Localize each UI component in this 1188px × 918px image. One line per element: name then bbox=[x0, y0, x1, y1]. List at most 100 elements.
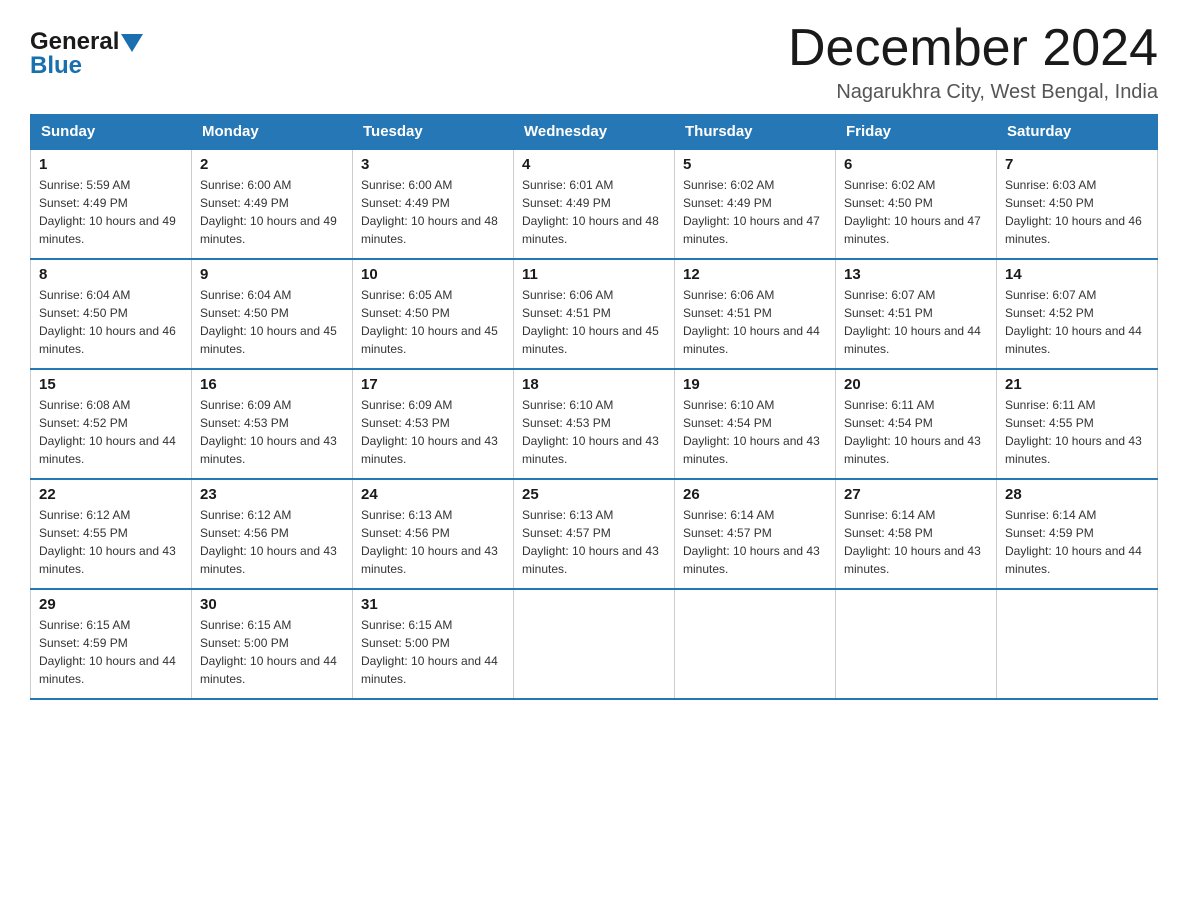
calendar-cell bbox=[514, 589, 675, 699]
day-info: Sunrise: 6:09 AM Sunset: 4:53 PM Dayligh… bbox=[200, 396, 344, 468]
day-number: 22 bbox=[39, 486, 183, 503]
day-info: Sunrise: 6:00 AM Sunset: 4:49 PM Dayligh… bbox=[200, 176, 344, 248]
day-info: Sunrise: 6:14 AM Sunset: 4:59 PM Dayligh… bbox=[1005, 506, 1149, 578]
day-number: 28 bbox=[1005, 486, 1149, 503]
header-tuesday: Tuesday bbox=[353, 115, 514, 150]
day-info: Sunrise: 6:04 AM Sunset: 4:50 PM Dayligh… bbox=[200, 286, 344, 358]
day-number: 15 bbox=[39, 376, 183, 393]
calendar-cell: 3 Sunrise: 6:00 AM Sunset: 4:49 PM Dayli… bbox=[353, 149, 514, 259]
day-info: Sunrise: 6:13 AM Sunset: 4:57 PM Dayligh… bbox=[522, 506, 666, 578]
calendar-cell: 1 Sunrise: 5:59 AM Sunset: 4:49 PM Dayli… bbox=[31, 149, 192, 259]
calendar-cell: 30 Sunrise: 6:15 AM Sunset: 5:00 PM Dayl… bbox=[192, 589, 353, 699]
calendar-cell bbox=[675, 589, 836, 699]
calendar-week-2: 8 Sunrise: 6:04 AM Sunset: 4:50 PM Dayli… bbox=[31, 259, 1158, 369]
day-info: Sunrise: 6:00 AM Sunset: 4:49 PM Dayligh… bbox=[361, 176, 505, 248]
day-number: 17 bbox=[361, 376, 505, 393]
calendar-cell: 29 Sunrise: 6:15 AM Sunset: 4:59 PM Dayl… bbox=[31, 589, 192, 699]
day-info: Sunrise: 6:01 AM Sunset: 4:49 PM Dayligh… bbox=[522, 176, 666, 248]
day-info: Sunrise: 6:15 AM Sunset: 5:00 PM Dayligh… bbox=[200, 616, 344, 688]
day-number: 11 bbox=[522, 266, 666, 283]
calendar-cell: 9 Sunrise: 6:04 AM Sunset: 4:50 PM Dayli… bbox=[192, 259, 353, 369]
day-number: 30 bbox=[200, 596, 344, 613]
title-area: December 2024 Nagarukhra City, West Beng… bbox=[788, 20, 1158, 104]
day-number: 9 bbox=[200, 266, 344, 283]
calendar-cell: 19 Sunrise: 6:10 AM Sunset: 4:54 PM Dayl… bbox=[675, 369, 836, 479]
day-number: 18 bbox=[522, 376, 666, 393]
day-info: Sunrise: 6:11 AM Sunset: 4:55 PM Dayligh… bbox=[1005, 396, 1149, 468]
day-info: Sunrise: 6:09 AM Sunset: 4:53 PM Dayligh… bbox=[361, 396, 505, 468]
header-sunday: Sunday bbox=[31, 115, 192, 150]
calendar-week-4: 22 Sunrise: 6:12 AM Sunset: 4:55 PM Dayl… bbox=[31, 479, 1158, 589]
calendar-cell bbox=[997, 589, 1158, 699]
day-number: 26 bbox=[683, 486, 827, 503]
day-info: Sunrise: 6:11 AM Sunset: 4:54 PM Dayligh… bbox=[844, 396, 988, 468]
calendar-header-row: Sunday Monday Tuesday Wednesday Thursday… bbox=[31, 115, 1158, 150]
day-number: 20 bbox=[844, 376, 988, 393]
day-number: 6 bbox=[844, 156, 988, 173]
calendar-cell: 20 Sunrise: 6:11 AM Sunset: 4:54 PM Dayl… bbox=[836, 369, 997, 479]
calendar-cell: 13 Sunrise: 6:07 AM Sunset: 4:51 PM Dayl… bbox=[836, 259, 997, 369]
calendar-cell: 27 Sunrise: 6:14 AM Sunset: 4:58 PM Dayl… bbox=[836, 479, 997, 589]
calendar-cell: 26 Sunrise: 6:14 AM Sunset: 4:57 PM Dayl… bbox=[675, 479, 836, 589]
calendar-cell: 6 Sunrise: 6:02 AM Sunset: 4:50 PM Dayli… bbox=[836, 149, 997, 259]
day-info: Sunrise: 6:14 AM Sunset: 4:57 PM Dayligh… bbox=[683, 506, 827, 578]
day-info: Sunrise: 5:59 AM Sunset: 4:49 PM Dayligh… bbox=[39, 176, 183, 248]
day-info: Sunrise: 6:10 AM Sunset: 4:54 PM Dayligh… bbox=[683, 396, 827, 468]
calendar-cell: 24 Sunrise: 6:13 AM Sunset: 4:56 PM Dayl… bbox=[353, 479, 514, 589]
day-info: Sunrise: 6:07 AM Sunset: 4:51 PM Dayligh… bbox=[844, 286, 988, 358]
header-friday: Friday bbox=[836, 115, 997, 150]
calendar-cell: 25 Sunrise: 6:13 AM Sunset: 4:57 PM Dayl… bbox=[514, 479, 675, 589]
calendar-cell: 11 Sunrise: 6:06 AM Sunset: 4:51 PM Dayl… bbox=[514, 259, 675, 369]
day-info: Sunrise: 6:07 AM Sunset: 4:52 PM Dayligh… bbox=[1005, 286, 1149, 358]
day-info: Sunrise: 6:15 AM Sunset: 5:00 PM Dayligh… bbox=[361, 616, 505, 688]
day-number: 23 bbox=[200, 486, 344, 503]
day-info: Sunrise: 6:03 AM Sunset: 4:50 PM Dayligh… bbox=[1005, 176, 1149, 248]
calendar-week-5: 29 Sunrise: 6:15 AM Sunset: 4:59 PM Dayl… bbox=[31, 589, 1158, 699]
day-number: 5 bbox=[683, 156, 827, 173]
calendar-cell: 7 Sunrise: 6:03 AM Sunset: 4:50 PM Dayli… bbox=[997, 149, 1158, 259]
day-number: 13 bbox=[844, 266, 988, 283]
day-number: 21 bbox=[1005, 376, 1149, 393]
day-info: Sunrise: 6:15 AM Sunset: 4:59 PM Dayligh… bbox=[39, 616, 183, 688]
calendar-cell: 15 Sunrise: 6:08 AM Sunset: 4:52 PM Dayl… bbox=[31, 369, 192, 479]
calendar-cell bbox=[836, 589, 997, 699]
calendar-cell: 16 Sunrise: 6:09 AM Sunset: 4:53 PM Dayl… bbox=[192, 369, 353, 479]
calendar-cell: 10 Sunrise: 6:05 AM Sunset: 4:50 PM Dayl… bbox=[353, 259, 514, 369]
logo: General Blue bbox=[30, 20, 143, 80]
calendar-cell: 18 Sunrise: 6:10 AM Sunset: 4:53 PM Dayl… bbox=[514, 369, 675, 479]
calendar-title: December 2024 bbox=[788, 20, 1158, 77]
header-monday: Monday bbox=[192, 115, 353, 150]
day-number: 12 bbox=[683, 266, 827, 283]
calendar-table: Sunday Monday Tuesday Wednesday Thursday… bbox=[30, 114, 1158, 700]
page-header: General Blue December 2024 Nagarukhra Ci… bbox=[30, 20, 1158, 104]
day-number: 8 bbox=[39, 266, 183, 283]
day-number: 4 bbox=[522, 156, 666, 173]
day-info: Sunrise: 6:02 AM Sunset: 4:49 PM Dayligh… bbox=[683, 176, 827, 248]
day-number: 25 bbox=[522, 486, 666, 503]
logo-triangle-icon bbox=[121, 34, 143, 52]
day-info: Sunrise: 6:06 AM Sunset: 4:51 PM Dayligh… bbox=[683, 286, 827, 358]
calendar-cell: 28 Sunrise: 6:14 AM Sunset: 4:59 PM Dayl… bbox=[997, 479, 1158, 589]
day-info: Sunrise: 6:05 AM Sunset: 4:50 PM Dayligh… bbox=[361, 286, 505, 358]
calendar-cell: 17 Sunrise: 6:09 AM Sunset: 4:53 PM Dayl… bbox=[353, 369, 514, 479]
day-info: Sunrise: 6:12 AM Sunset: 4:55 PM Dayligh… bbox=[39, 506, 183, 578]
day-number: 2 bbox=[200, 156, 344, 173]
calendar-cell: 8 Sunrise: 6:04 AM Sunset: 4:50 PM Dayli… bbox=[31, 259, 192, 369]
calendar-cell: 4 Sunrise: 6:01 AM Sunset: 4:49 PM Dayli… bbox=[514, 149, 675, 259]
day-number: 27 bbox=[844, 486, 988, 503]
calendar-cell: 12 Sunrise: 6:06 AM Sunset: 4:51 PM Dayl… bbox=[675, 259, 836, 369]
calendar-cell: 31 Sunrise: 6:15 AM Sunset: 5:00 PM Dayl… bbox=[353, 589, 514, 699]
day-number: 3 bbox=[361, 156, 505, 173]
day-number: 19 bbox=[683, 376, 827, 393]
day-info: Sunrise: 6:04 AM Sunset: 4:50 PM Dayligh… bbox=[39, 286, 183, 358]
day-info: Sunrise: 6:12 AM Sunset: 4:56 PM Dayligh… bbox=[200, 506, 344, 578]
header-wednesday: Wednesday bbox=[514, 115, 675, 150]
day-info: Sunrise: 6:02 AM Sunset: 4:50 PM Dayligh… bbox=[844, 176, 988, 248]
day-number: 7 bbox=[1005, 156, 1149, 173]
day-info: Sunrise: 6:08 AM Sunset: 4:52 PM Dayligh… bbox=[39, 396, 183, 468]
calendar-cell: 5 Sunrise: 6:02 AM Sunset: 4:49 PM Dayli… bbox=[675, 149, 836, 259]
day-info: Sunrise: 6:10 AM Sunset: 4:53 PM Dayligh… bbox=[522, 396, 666, 468]
calendar-cell: 23 Sunrise: 6:12 AM Sunset: 4:56 PM Dayl… bbox=[192, 479, 353, 589]
calendar-cell: 22 Sunrise: 6:12 AM Sunset: 4:55 PM Dayl… bbox=[31, 479, 192, 589]
day-number: 14 bbox=[1005, 266, 1149, 283]
